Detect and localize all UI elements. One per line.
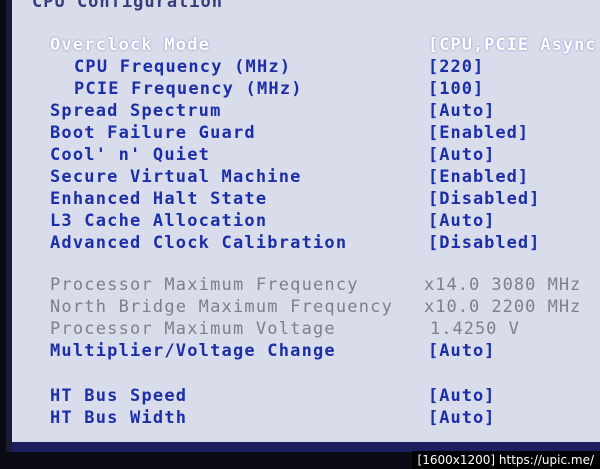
option-ht-bus-speed[interactable]: HT Bus Speed [Auto]: [12, 386, 600, 408]
option-value[interactable]: [Disabled]: [428, 189, 540, 209]
option-value[interactable]: [Disabled]: [428, 233, 540, 253]
option-label: L3 Cache Allocation: [50, 211, 268, 231]
info-label: North Bridge Maximum Frequency: [50, 297, 394, 317]
bios-screen: CPU Configuration Overclock Mode [CPU,PC…: [6, 0, 600, 452]
info-processor-max-voltage: Processor Maximum Voltage 1.4250 V: [12, 319, 600, 341]
info-value: x10.0 2200 MHz: [424, 297, 582, 317]
option-value[interactable]: [Auto]: [428, 101, 495, 121]
resolution-label: [1600x1200]: [417, 453, 496, 467]
option-label: Advanced Clock Calibration: [50, 233, 348, 253]
info-north-bridge-max-frequency: North Bridge Maximum Frequency x10.0 220…: [12, 297, 600, 319]
option-cool-n-quiet[interactable]: Cool' n' Quiet [Auto]: [12, 145, 600, 167]
option-value[interactable]: [Auto]: [428, 341, 495, 361]
option-label: Enhanced Halt State: [50, 189, 268, 209]
option-label: Secure Virtual Machine: [50, 167, 302, 187]
option-ht-bus-width[interactable]: HT Bus Width [Auto]: [12, 408, 600, 430]
option-label: HT Bus Width: [50, 408, 188, 428]
option-label: Overclock Mode: [50, 35, 211, 55]
section-title: CPU Configuration: [32, 0, 223, 12]
option-value[interactable]: [100]: [428, 79, 484, 99]
option-label: PCIE Frequency (MHz): [74, 79, 303, 99]
option-label: CPU Frequency (MHz): [74, 57, 292, 77]
info-label: Processor Maximum Frequency: [50, 275, 359, 295]
info-label: Processor Maximum Voltage: [50, 319, 336, 339]
info-value: 1.4250 V: [430, 319, 520, 339]
option-spread-spectrum[interactable]: Spread Spectrum [Auto]: [12, 101, 600, 123]
option-label: Spread Spectrum: [50, 101, 222, 121]
option-advanced-clock-calibration[interactable]: Advanced Clock Calibration [Disabled]: [12, 233, 600, 255]
option-value[interactable]: [Auto]: [428, 386, 495, 406]
option-value[interactable]: [CPU,PCIE Async: [428, 35, 597, 55]
option-label: Boot Failure Guard: [50, 123, 256, 143]
option-boot-failure-guard[interactable]: Boot Failure Guard [Enabled]: [12, 123, 600, 145]
option-overclock-mode[interactable]: Overclock Mode [CPU,PCIE Async: [12, 35, 600, 57]
option-value[interactable]: [Enabled]: [428, 167, 529, 187]
option-value[interactable]: [Enabled]: [428, 123, 529, 143]
option-value[interactable]: [Auto]: [428, 408, 495, 428]
option-label: HT Bus Speed: [50, 386, 188, 406]
option-value[interactable]: [Auto]: [428, 145, 495, 165]
info-processor-max-frequency: Processor Maximum Frequency x14.0 3080 M…: [12, 275, 600, 297]
option-secure-virtual-machine[interactable]: Secure Virtual Machine [Enabled]: [12, 167, 600, 189]
option-cpu-frequency[interactable]: CPU Frequency (MHz) [220]: [12, 57, 600, 79]
option-label: Multiplier/Voltage Change: [50, 341, 336, 361]
info-value: x14.0 3080 MHz: [424, 275, 582, 295]
option-label: Cool' n' Quiet: [50, 145, 211, 165]
option-l3-cache-allocation[interactable]: L3 Cache Allocation [Auto]: [12, 211, 600, 233]
option-multiplier-voltage-change[interactable]: Multiplier/Voltage Change [Auto]: [12, 341, 600, 363]
option-value[interactable]: [Auto]: [428, 211, 495, 231]
option-pcie-frequency[interactable]: PCIE Frequency (MHz) [100]: [12, 79, 600, 101]
image-host-footer: [1600x1200] https://upic.me/: [411, 451, 600, 469]
option-enhanced-halt-state[interactable]: Enhanced Halt State [Disabled]: [12, 189, 600, 211]
host-url-link[interactable]: https://upic.me/: [499, 453, 594, 467]
option-value[interactable]: [220]: [428, 57, 484, 77]
